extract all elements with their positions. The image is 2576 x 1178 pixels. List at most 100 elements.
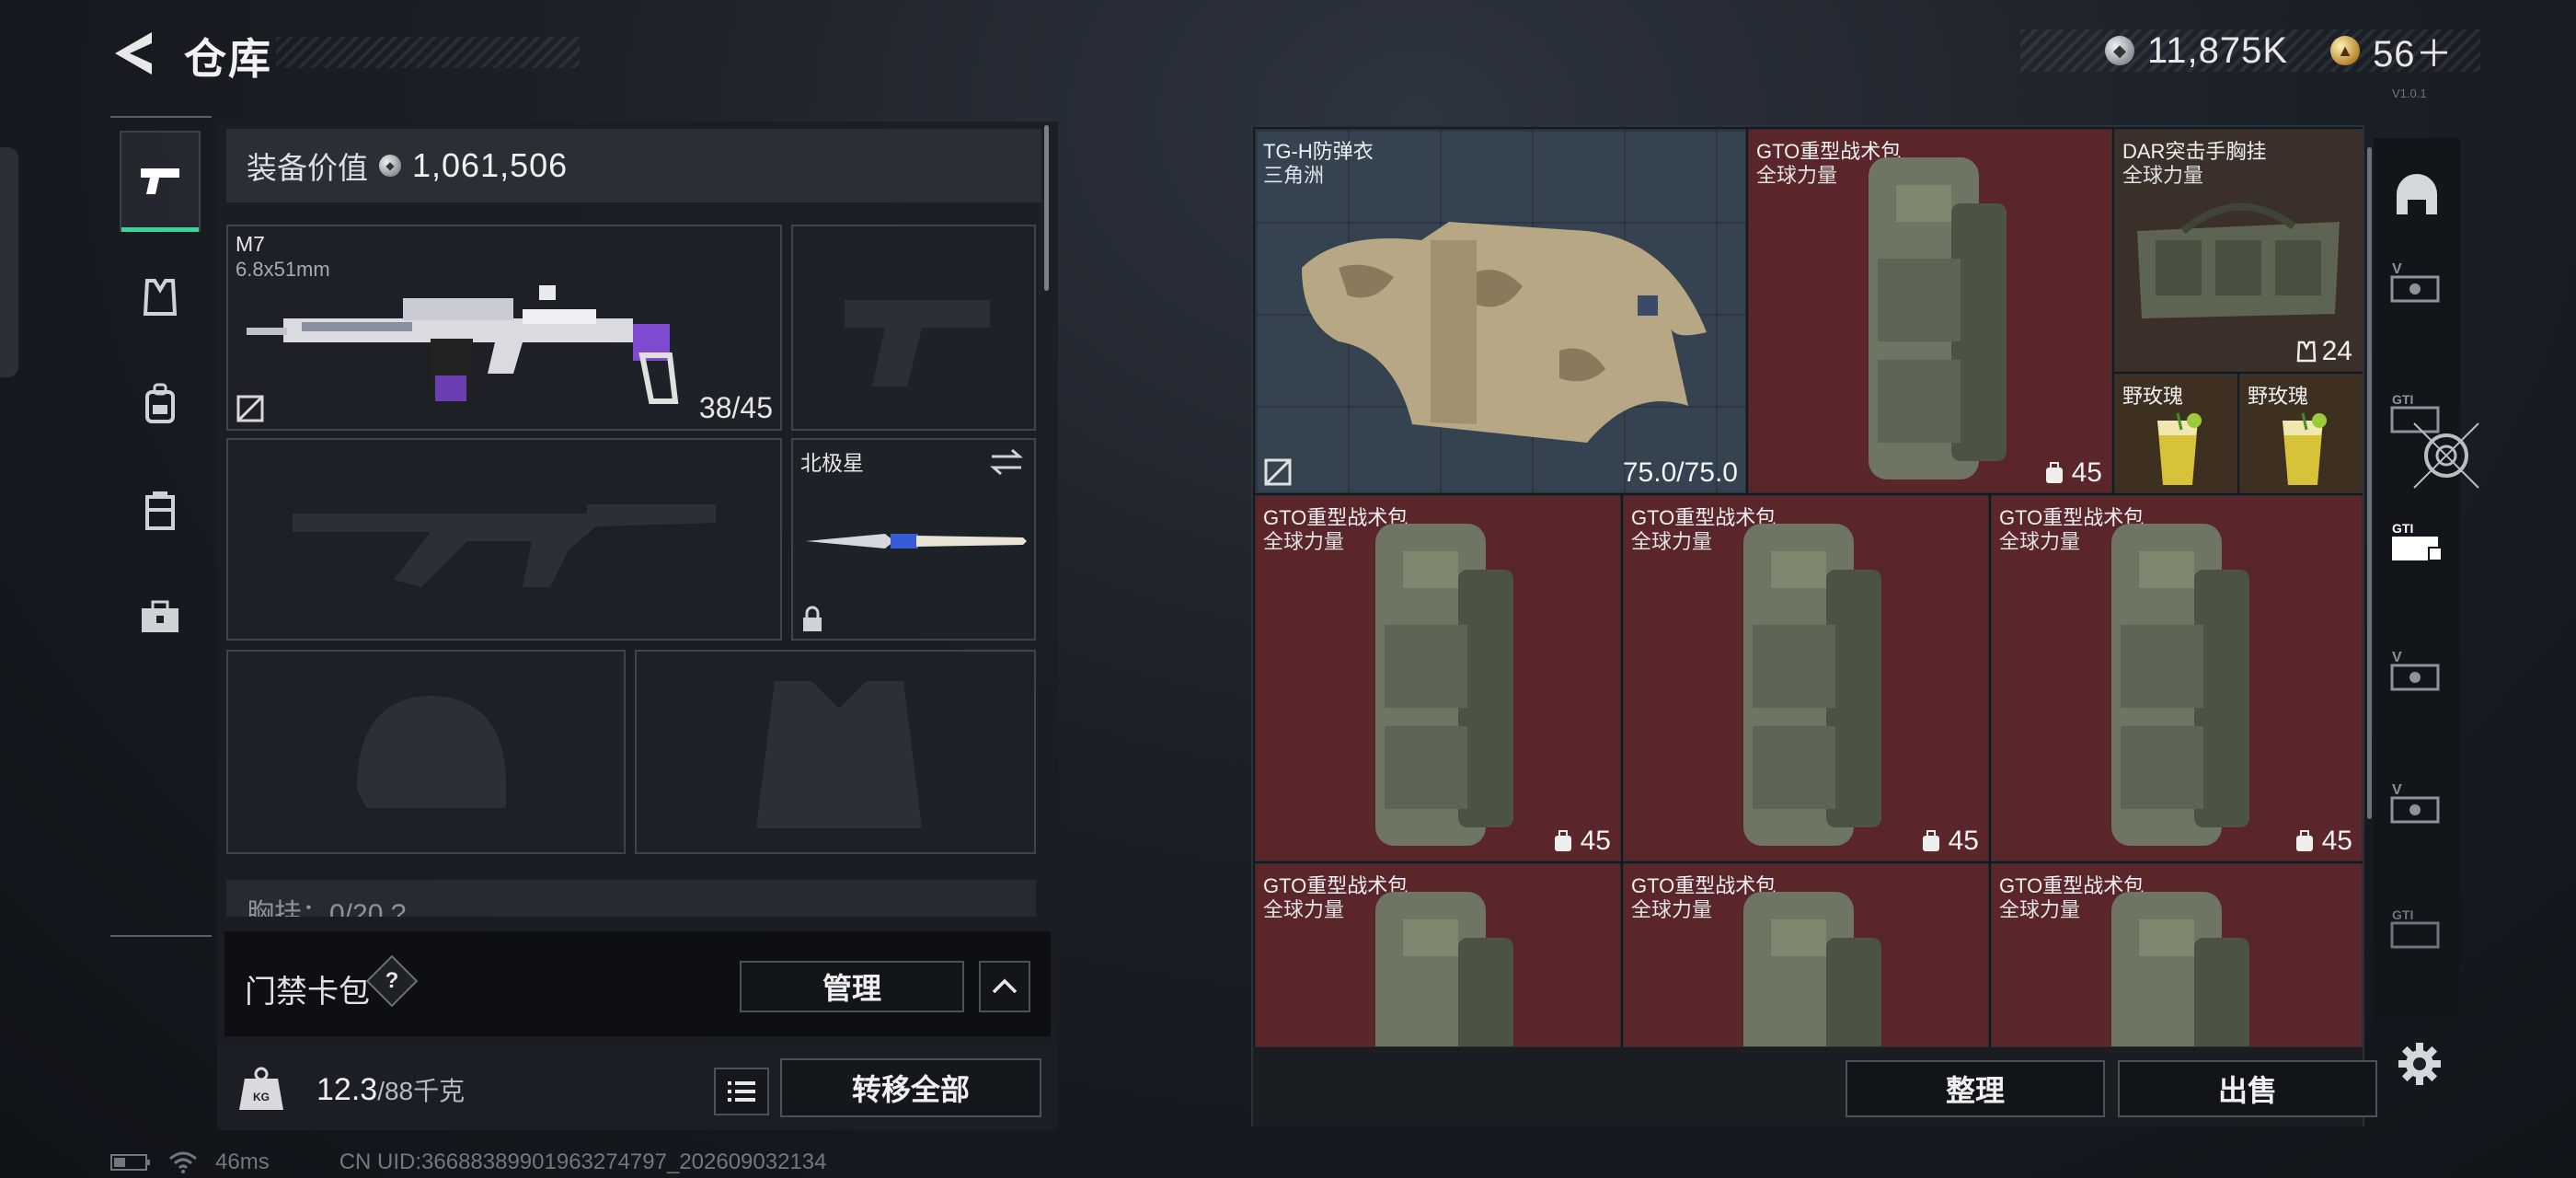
- svg-text:GTI: GTI: [2392, 392, 2413, 407]
- no-insurance-icon: [1264, 458, 1292, 486]
- storage-item-backpack[interactable]: GTO重型战术包 全球力量: [1255, 863, 1621, 1047]
- item-capacity: 45: [2042, 457, 2102, 489]
- storage-item-drink[interactable]: 野玫瑰: [2114, 374, 2237, 493]
- chest-rig-capacity: 胸挂：0/20 ?: [247, 899, 407, 917]
- storage-panel: TG-H防弹衣 三角洲 75.0/75.0 GTO重型战术包 全球力量 45 D…: [1251, 125, 2364, 1126]
- backpack-icon: [145, 383, 175, 423]
- pistol-placeholder-icon: [845, 300, 990, 387]
- item-faction: 全球力量: [1999, 898, 2081, 921]
- primary-weapon-slot[interactable]: M7 6.8x51mm 38/45: [226, 225, 782, 431]
- manage-button[interactable]: 管理: [740, 961, 964, 1012]
- storage-tab-icon: V: [2390, 261, 2440, 303]
- storage-item-backpack[interactable]: GTO重型战术包 全球力量: [1623, 863, 1989, 1047]
- item-capacity: 45: [2293, 826, 2352, 857]
- collapse-button[interactable]: [979, 961, 1030, 1012]
- settings-button[interactable]: [2392, 1036, 2447, 1091]
- equipment-value-row: 装备价值 ◆ 1,061,506: [226, 129, 1041, 202]
- rail-item-backpack[interactable]: [120, 353, 201, 455]
- storage-tab-icon: GTI: [2392, 521, 2443, 561]
- helmet-placeholder-icon: [357, 696, 506, 808]
- back-arrow-icon: [115, 32, 152, 75]
- help-icon: ?: [385, 968, 399, 993]
- item-faction: 全球力量: [1263, 530, 1345, 553]
- storage-tab-rail: V GTI GTI V V GTI: [2374, 138, 2460, 1022]
- storage-item-backpack[interactable]: GTO重型战术包 全球力量 45: [1748, 129, 2112, 493]
- device-status-bar: 46ms CN UID:36688389901963274797_2026090…: [110, 1149, 827, 1176]
- pistol-slot[interactable]: [791, 225, 1036, 431]
- currency-bar: ◆ 11,875K ▲ 56＋: [2020, 29, 2480, 75]
- storage-item-backpack[interactable]: GTO重型战术包 全球力量 45: [1255, 495, 1621, 861]
- item-faction: 全球力量: [1631, 530, 1713, 553]
- tab-storage-5[interactable]: V: [2386, 773, 2447, 834]
- sell-button[interactable]: 出售: [2118, 1060, 2377, 1117]
- tab-storage-6[interactable]: GTI: [2386, 898, 2447, 959]
- item-faction: 全球力量: [1756, 164, 1838, 187]
- chest-rig-row: 胸挂：0/20 ?: [226, 880, 1036, 917]
- storage-item-chest-rig[interactable]: DAR突击手胸挂 全球力量 24: [2114, 129, 2363, 372]
- rail-item-armor[interactable]: [120, 247, 201, 348]
- svg-text:V: V: [2392, 650, 2402, 665]
- list-icon: [728, 1081, 755, 1102]
- item-faction: 全球力量: [1999, 530, 2081, 553]
- backpack-small-icon: [2295, 830, 2313, 851]
- storage-item-body-armor[interactable]: TG-H防弹衣 三角洲 75.0/75.0: [1255, 129, 1746, 493]
- back-button[interactable]: [109, 29, 158, 77]
- knife-image: [806, 534, 1027, 549]
- sort-button[interactable]: 整理: [1846, 1060, 2105, 1117]
- carry-weight-current: 12.3: [316, 1072, 378, 1107]
- melee-slot[interactable]: 北极星: [791, 438, 1036, 641]
- keycard-case-row: 门禁卡包 ? 管理: [224, 931, 1051, 1036]
- storage-scrollbar[interactable]: [2367, 147, 2372, 819]
- item-capacity-value: 45: [1948, 826, 1979, 856]
- silver-coin-icon: ◆: [2105, 36, 2134, 65]
- body-armor-image: [1302, 222, 1707, 443]
- weight-icon: KG: [239, 1067, 283, 1110]
- transfer-all-button[interactable]: 转移全部: [780, 1058, 1041, 1117]
- keycard-help-button[interactable]: ?: [365, 954, 419, 1008]
- svg-text:V: V: [2392, 782, 2402, 798]
- title-decoration: [276, 37, 580, 68]
- storage-action-bar: 整理 出售: [1253, 1047, 2377, 1126]
- pistol-icon: [141, 168, 179, 194]
- rail-item-weapons[interactable]: [120, 131, 201, 232]
- item-name: 野玫瑰: [2248, 385, 2309, 408]
- gold-coin-icon: ▲: [2330, 36, 2361, 65]
- toolbox-icon: [142, 600, 178, 632]
- storage-tab-icon: V: [2390, 782, 2440, 824]
- item-capacity-value: 45: [2321, 826, 2352, 856]
- rifle-image: [247, 285, 679, 404]
- backpack-image: [1743, 524, 1881, 846]
- rail-item-chest-rig[interactable]: [120, 460, 201, 561]
- storage-tab-icon: GTI: [2390, 907, 2440, 949]
- armor-slot[interactable]: [635, 650, 1036, 854]
- item-faction: 全球力量: [1263, 898, 1345, 921]
- item-durability: 75.0/75.0: [1622, 457, 1738, 488]
- tab-storage-4[interactable]: V: [2386, 641, 2447, 701]
- swap-icon[interactable]: [988, 447, 1025, 477]
- gold-currency-value[interactable]: 56＋: [2373, 24, 2454, 77]
- rail-item-toolbox[interactable]: [120, 567, 201, 668]
- tab-equipped[interactable]: [2386, 166, 2447, 226]
- storage-item-backpack[interactable]: GTO重型战术包 全球力量: [1991, 863, 2363, 1047]
- loadout-scrollbar[interactable]: [1044, 125, 1049, 291]
- svg-text:V: V: [2392, 261, 2402, 277]
- list-view-button[interactable]: [714, 1068, 769, 1115]
- storage-item-backpack[interactable]: GTO重型战术包 全球力量 45: [1991, 495, 2363, 861]
- svg-text:KG: KG: [253, 1091, 270, 1103]
- armor-placeholder-icon: [756, 681, 922, 828]
- keycard-case-label: 门禁卡包: [245, 975, 370, 1010]
- tab-storage-3[interactable]: GTI: [2386, 512, 2447, 572]
- vest-icon: [143, 279, 178, 316]
- item-capacity: 45: [1919, 826, 1979, 857]
- item-capacity: 45: [1551, 826, 1611, 857]
- secondary-weapon-slot[interactable]: [226, 438, 782, 641]
- svg-text:GTI: GTI: [2392, 907, 2413, 922]
- backpack-image: [1869, 157, 2007, 479]
- helmet-slot[interactable]: [226, 650, 626, 854]
- storage-item-backpack[interactable]: GTO重型战术包 全球力量 45: [1623, 495, 1989, 861]
- chevron-up-icon: [992, 978, 1018, 994]
- item-faction: 全球力量: [1631, 898, 1713, 921]
- side-edge-tab: [0, 147, 18, 377]
- storage-item-drink[interactable]: 野玫瑰: [2239, 374, 2363, 493]
- tab-storage-1[interactable]: V: [2386, 252, 2447, 313]
